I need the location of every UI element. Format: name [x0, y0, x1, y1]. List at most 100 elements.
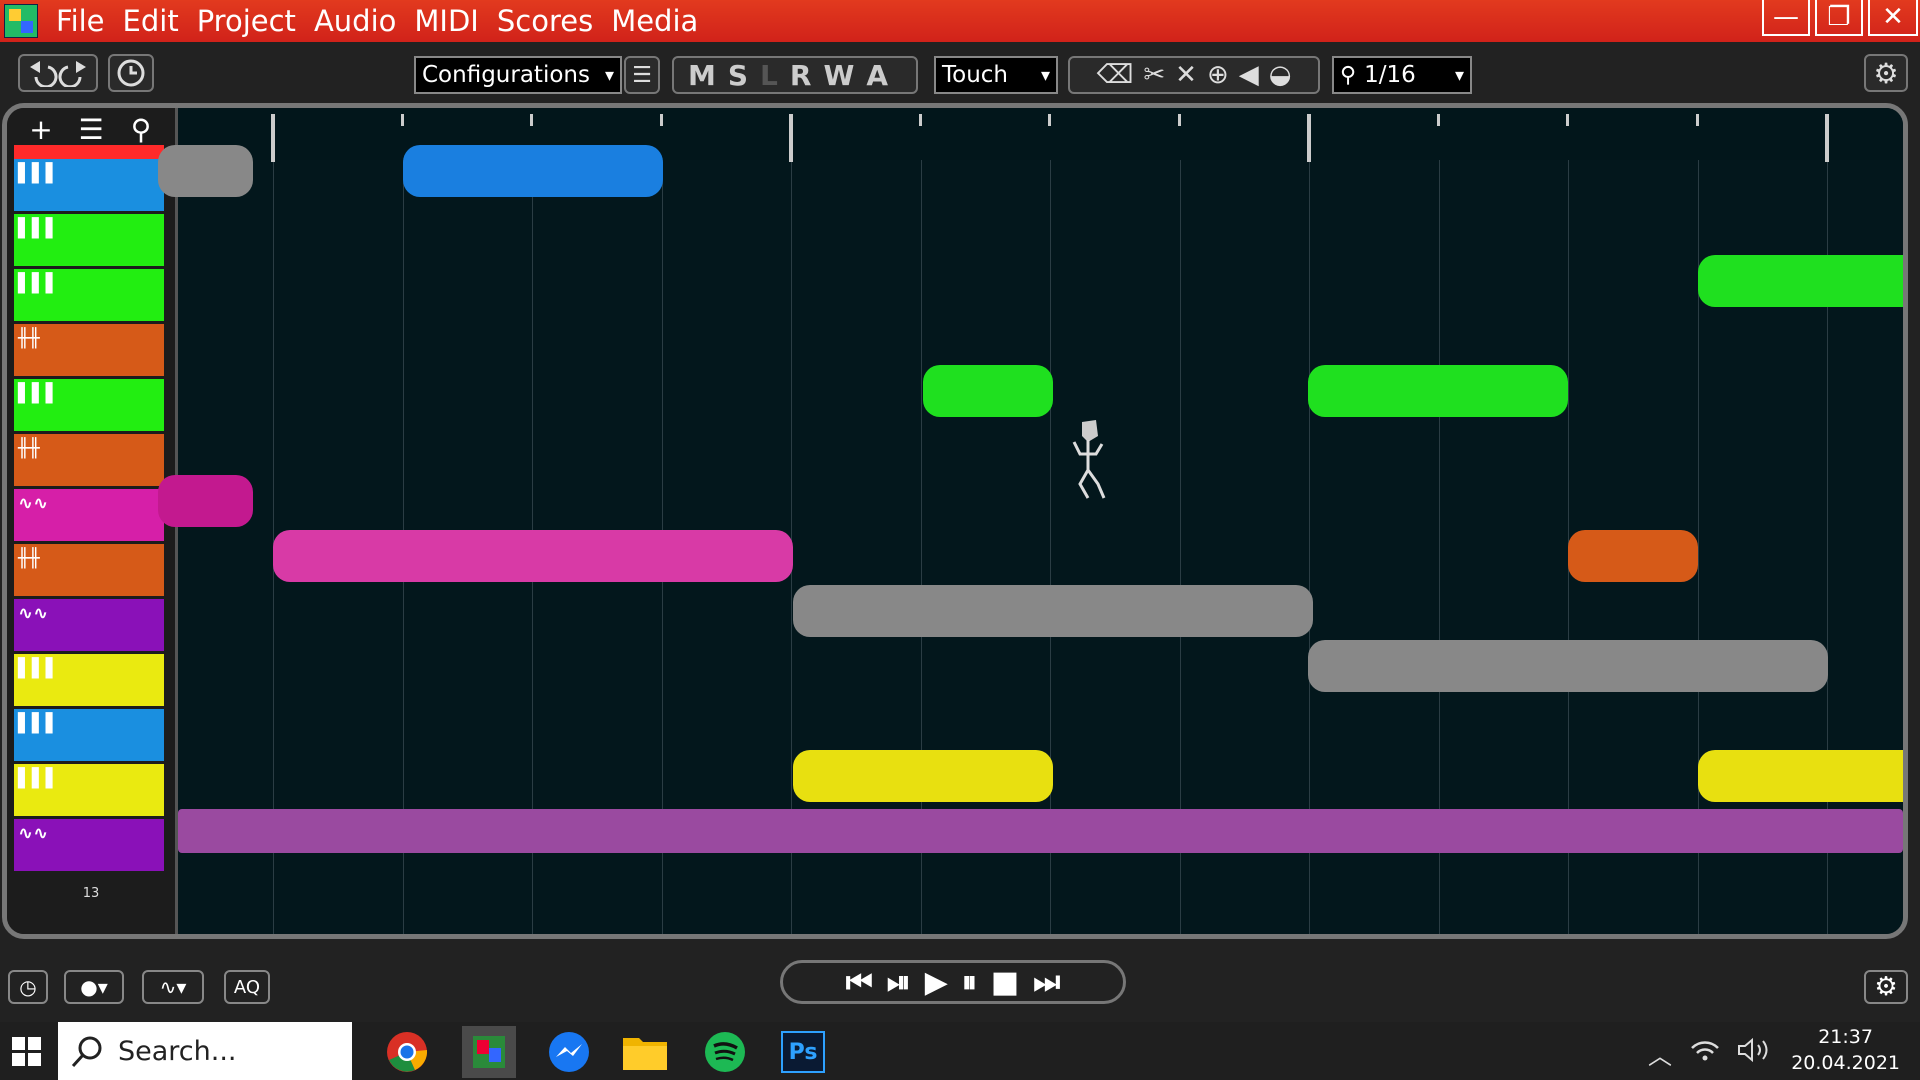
track-11[interactable]: ▌▌▌: [14, 654, 164, 706]
zoom-icon[interactable]: ⊕: [1207, 60, 1229, 90]
track-8[interactable]: ∿∿: [14, 489, 164, 541]
beat-tick: [530, 114, 533, 126]
menu-scores[interactable]: Scores: [497, 4, 593, 38]
menu-midi[interactable]: MIDI: [414, 4, 478, 38]
mute-toggle[interactable]: M: [688, 59, 716, 92]
track-12[interactable]: ▌▌▌: [14, 709, 164, 761]
stop-icon[interactable]: ■: [991, 965, 1019, 1000]
automation-mode-dropdown[interactable]: Touch ▾: [934, 56, 1058, 94]
eraser-icon[interactable]: ⌫: [1097, 60, 1134, 90]
clip[interactable]: [1308, 640, 1828, 692]
track-2[interactable]: ▌▌▌: [14, 159, 164, 211]
redo-icon[interactable]: [58, 61, 86, 87]
track-6[interactable]: ▌▌▌: [14, 379, 164, 431]
write-toggle[interactable]: W: [823, 59, 854, 92]
minimize-button[interactable]: —: [1762, 0, 1810, 36]
chevron-down-icon: ▾: [1040, 64, 1050, 86]
track-9[interactable]: ╫╫: [14, 544, 164, 596]
messenger-icon[interactable]: [542, 1028, 596, 1076]
wave-track-icon: ∿∿: [18, 493, 49, 514]
arrange-panel: + ☰ ⚲ ▌▌▌ ▌▌▌ ▌▌▌ ╫╫ ▌▌▌ ╫╫ ∿∿ ╫╫ ∿∿ ▌▌▌ ▌▌▌ ▌▌▌ ∿∿ …: [2, 103, 1908, 939]
speaker-icon[interactable]: ◀: [1239, 60, 1259, 90]
bottom-bar: ◷ ●▾ ∿▾ AQ ⏮ ⏯ ▶ ⏸ ■ ⏭ ⚙: [0, 940, 1920, 1022]
chevron-up-icon[interactable]: ︿: [1648, 1036, 1672, 1071]
volume-icon[interactable]: [1736, 1036, 1774, 1070]
configurations-list-button[interactable]: ☰: [624, 56, 660, 94]
clip[interactable]: [1308, 365, 1568, 417]
maximize-button[interactable]: ❐: [1815, 0, 1863, 36]
menu-media[interactable]: Media: [611, 4, 698, 38]
play-icon[interactable]: ▶: [925, 965, 948, 1000]
app-logo-icon[interactable]: [4, 4, 38, 38]
aq-button[interactable]: AQ: [224, 970, 270, 1004]
clip[interactable]: [1698, 750, 1903, 802]
track-list-button[interactable]: ☰: [73, 112, 109, 148]
clip[interactable]: [403, 145, 663, 197]
track-10[interactable]: ∿∿: [14, 599, 164, 651]
clip[interactable]: [178, 809, 1903, 853]
midi-track-icon: ▌▌▌: [18, 768, 60, 789]
track-7[interactable]: ╫╫: [14, 434, 164, 486]
chrome-icon[interactable]: [380, 1028, 434, 1076]
windows-start-icon[interactable]: [12, 1037, 42, 1067]
menu-project[interactable]: Project: [197, 4, 296, 38]
clip[interactable]: [1568, 530, 1698, 582]
menu-file[interactable]: File: [56, 4, 105, 38]
wifi-icon[interactable]: [1690, 1036, 1720, 1068]
gear-icon: ⚙: [1874, 972, 1898, 1002]
configurations-dropdown[interactable]: Configurations ▾: [414, 56, 622, 94]
glue-icon[interactable]: ◒: [1269, 60, 1292, 90]
track-5[interactable]: ╫╫: [14, 324, 164, 376]
clock-icon: ◷: [19, 975, 37, 999]
track-3[interactable]: ▌▌▌: [14, 214, 164, 266]
bottom-settings-button[interactable]: ⚙: [1864, 970, 1908, 1004]
automation-toggle[interactable]: A: [866, 59, 888, 92]
track-1[interactable]: [14, 145, 164, 159]
track-search-button[interactable]: ⚲: [123, 112, 159, 148]
explorer-icon[interactable]: [618, 1028, 672, 1076]
clip[interactable]: [1698, 255, 1903, 307]
menu-edit[interactable]: Edit: [123, 4, 179, 38]
track-13[interactable]: ▌▌▌: [14, 764, 164, 816]
tempo-button[interactable]: ◷: [8, 970, 48, 1004]
clip[interactable]: [273, 530, 793, 582]
rewind-icon[interactable]: ⏮: [846, 965, 873, 1000]
fast-forward-icon[interactable]: ⏭: [1033, 965, 1060, 1000]
menu-audio[interactable]: Audio: [314, 4, 396, 38]
add-track-button[interactable]: +: [23, 112, 59, 148]
transport-controls: ⏮ ⏯ ▶ ⏸ ■ ⏭: [780, 960, 1126, 1004]
wave-mode-dropdown[interactable]: ∿▾: [142, 970, 204, 1004]
play-pause-icon[interactable]: ⏯: [887, 965, 911, 1000]
clip[interactable]: [793, 750, 1053, 802]
midi-track-icon: ▌▌▌: [18, 273, 60, 294]
pause-icon[interactable]: ⏸: [962, 965, 977, 1000]
clock[interactable]: 21:37 20.04.2021: [1791, 1024, 1900, 1076]
photoshop-icon[interactable]: Ps: [776, 1028, 830, 1076]
clock-date: 20.04.2021: [1791, 1052, 1900, 1074]
edit-tools-group: ⌫ ✂ ✕ ⊕ ◀ ◒: [1068, 56, 1320, 94]
quantize-dropdown[interactable]: ⚲ 1/16 ▾: [1332, 56, 1472, 94]
clip[interactable]: [793, 585, 1313, 637]
clip[interactable]: [158, 475, 253, 527]
spotify-icon[interactable]: [698, 1028, 752, 1076]
close-button[interactable]: ✕: [1868, 0, 1918, 36]
settings-button[interactable]: ⚙: [1864, 54, 1908, 92]
clip[interactable]: [923, 365, 1053, 417]
beat-tick: [1048, 114, 1051, 126]
history-button[interactable]: [108, 54, 154, 92]
read-toggle[interactable]: R: [790, 59, 812, 92]
solo-toggle[interactable]: S: [728, 59, 748, 92]
clip[interactable]: [158, 145, 253, 197]
midi-track-icon: ▌▌▌: [18, 163, 60, 184]
search-placeholder: Search...: [118, 1035, 237, 1067]
taskbar-search[interactable]: Search...: [58, 1022, 352, 1080]
lock-toggle[interactable]: L: [760, 59, 778, 92]
undo-icon[interactable]: [30, 61, 58, 87]
lmms-icon[interactable]: [462, 1026, 516, 1078]
track-4[interactable]: ▌▌▌: [14, 269, 164, 321]
record-mode-dropdown[interactable]: ●▾: [64, 970, 124, 1004]
scissors-icon[interactable]: ✂: [1143, 60, 1165, 90]
delete-icon[interactable]: ✕: [1175, 60, 1197, 90]
track-14[interactable]: ∿∿: [14, 819, 164, 871]
arrange-grid[interactable]: [158, 108, 1903, 934]
